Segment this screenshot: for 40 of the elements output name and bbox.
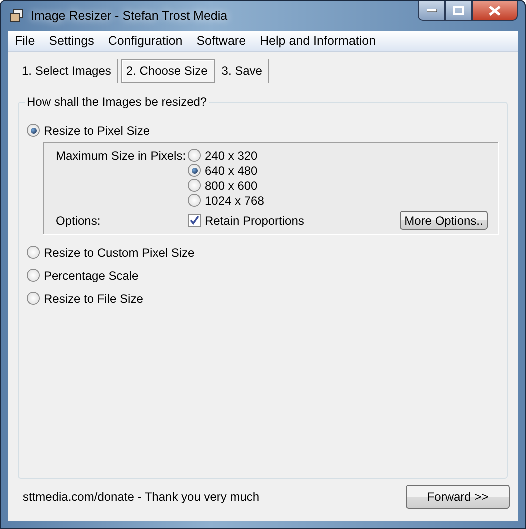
radio-label: 1024 x 768 bbox=[205, 194, 264, 208]
radio-button[interactable] bbox=[188, 179, 201, 192]
radio-button[interactable] bbox=[188, 194, 201, 207]
group-title: How shall the Images be resized? bbox=[25, 95, 210, 109]
radio-button[interactable] bbox=[188, 149, 201, 162]
tab[interactable]: 3. Save bbox=[218, 59, 270, 83]
radio-button[interactable] bbox=[27, 124, 40, 137]
donate-text: sttmedia.com/donate - Thank you very much bbox=[22, 490, 260, 504]
tab[interactable]: 1. Select Images bbox=[18, 59, 118, 83]
windows-icon bbox=[9, 8, 25, 24]
radio-label: Resize to Pixel Size bbox=[44, 124, 150, 138]
maximize-button[interactable] bbox=[445, 1, 472, 21]
radio-button[interactable] bbox=[27, 292, 40, 305]
radio-button[interactable] bbox=[188, 164, 201, 177]
checkbox-label: Retain Proportions bbox=[205, 214, 304, 228]
minimize-button[interactable] bbox=[418, 1, 445, 21]
field-label: Options: bbox=[56, 214, 102, 228]
radio-label: 240 x 320 bbox=[205, 148, 258, 162]
radio-button[interactable] bbox=[27, 246, 40, 259]
checkbox[interactable] bbox=[188, 214, 201, 227]
menu-item[interactable]: Software bbox=[190, 34, 254, 48]
menu-item[interactable]: Configuration bbox=[101, 34, 190, 48]
minimize-icon bbox=[426, 8, 436, 12]
tab[interactable]: 2. Choose Size bbox=[121, 59, 215, 83]
menu-item[interactable]: Settings bbox=[42, 34, 102, 48]
forward-button[interactable]: Forward >> bbox=[406, 485, 510, 509]
radio-label: Resize to Custom Pixel Size bbox=[44, 246, 195, 260]
close-icon bbox=[489, 6, 501, 16]
maximize-icon bbox=[453, 6, 464, 15]
radio-label: Resize to File Size bbox=[44, 292, 144, 306]
radio-label: Percentage Scale bbox=[44, 268, 139, 282]
menu-item[interactable]: Help and Information bbox=[253, 34, 384, 48]
radio-button[interactable] bbox=[27, 269, 40, 282]
menu-item[interactable]: File bbox=[8, 34, 42, 48]
radio-label: 800 x 600 bbox=[205, 178, 258, 192]
field-label: Maximum Size in Pixels: bbox=[56, 149, 188, 165]
close-button[interactable] bbox=[472, 1, 518, 21]
more-options-button[interactable]: More Options.. bbox=[400, 211, 488, 230]
radio-label: 640 x 480 bbox=[205, 164, 258, 178]
window-title: Image Resizer - Stefan Trost Media bbox=[31, 9, 228, 23]
